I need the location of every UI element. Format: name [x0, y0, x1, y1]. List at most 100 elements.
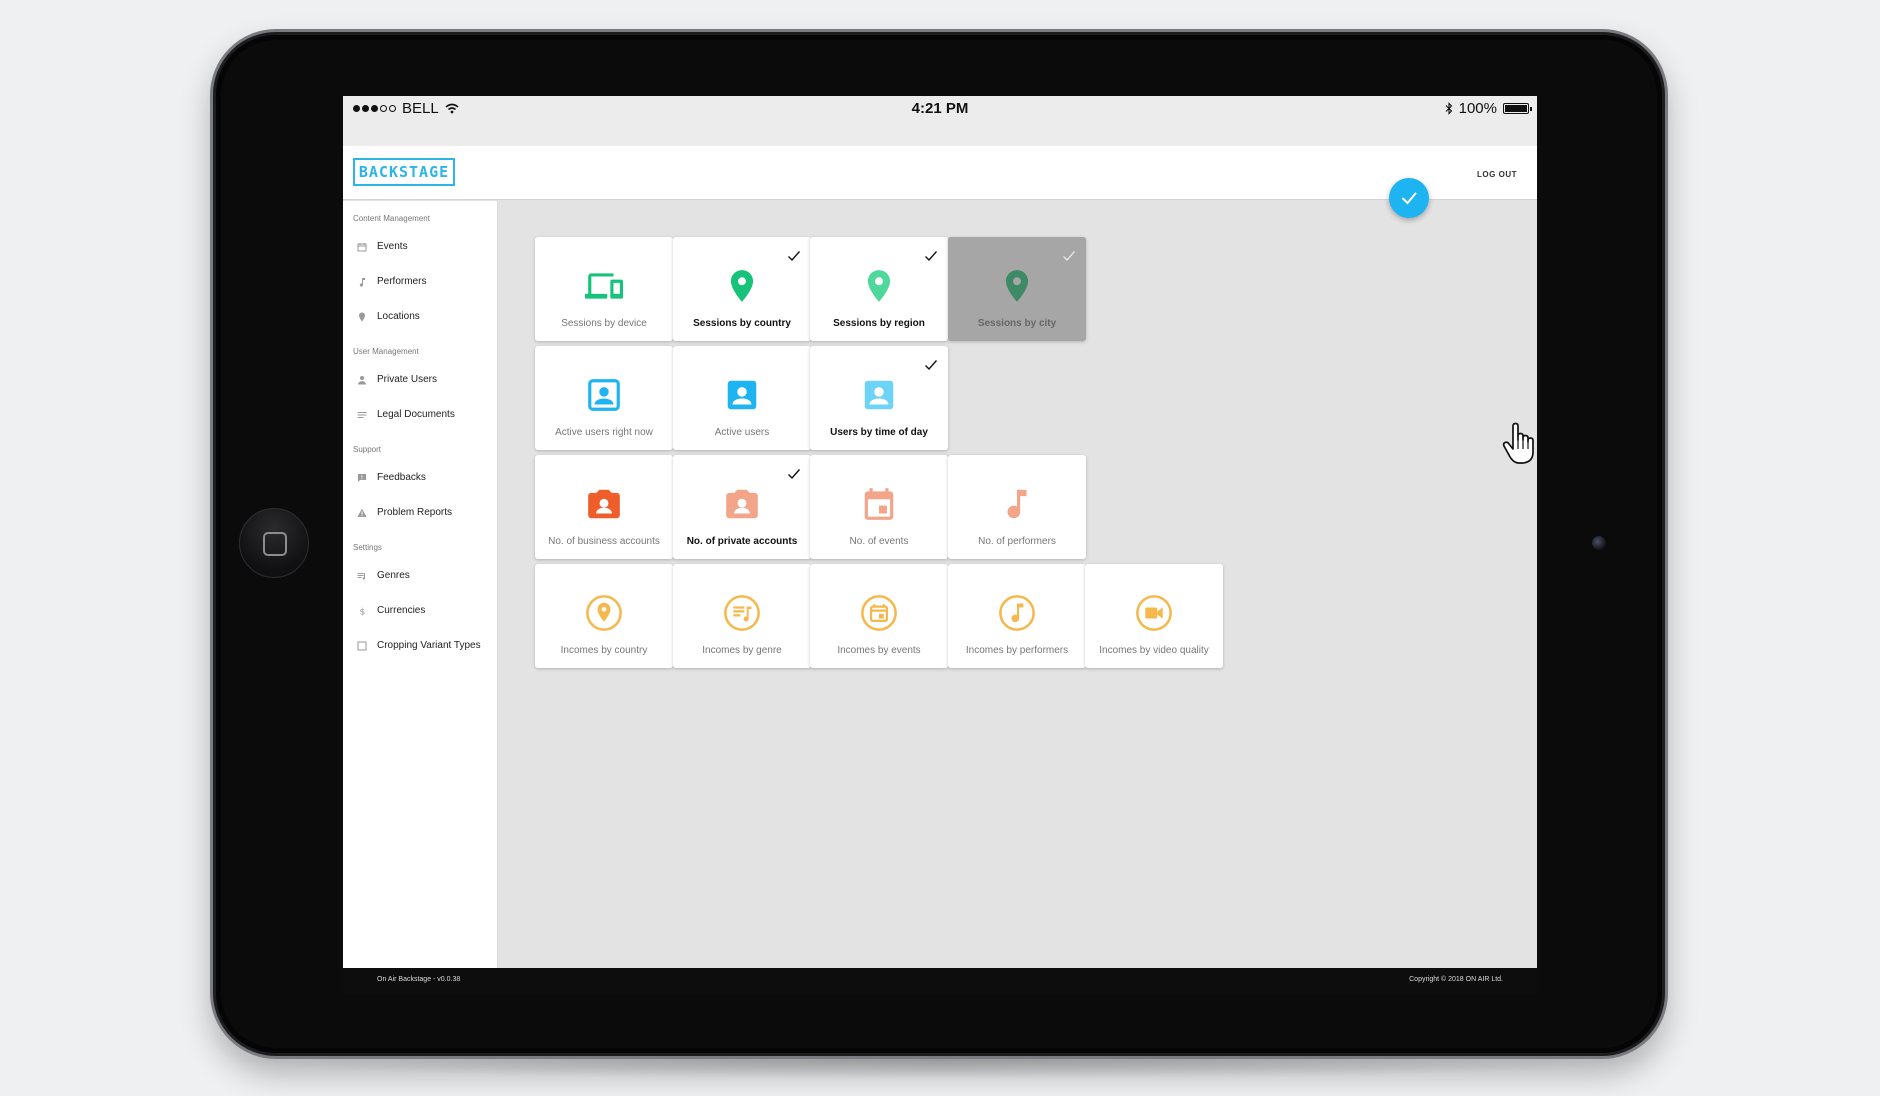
- home-square-icon: [263, 532, 287, 556]
- account-box-icon: [723, 376, 761, 414]
- widget-tile-incomes-by-video-quality[interactable]: Incomes by video quality: [1085, 564, 1223, 668]
- location-pin-icon: [357, 312, 367, 322]
- widget-tile-no-of-business-accounts[interactable]: No. of business accounts: [535, 455, 673, 559]
- sidebar-item-label: Genres: [377, 570, 410, 581]
- calendar-icon: [357, 242, 367, 252]
- widget-tile-label: Sessions by region: [833, 318, 925, 329]
- widget-tile-no-of-events[interactable]: No. of events: [810, 455, 948, 559]
- lines-icon: [357, 410, 367, 420]
- widget-tile-no-of-performers[interactable]: No. of performers: [948, 455, 1086, 559]
- svg-text:$: $: [360, 607, 366, 616]
- confirm-fab-button[interactable]: [1389, 178, 1429, 218]
- camera-icon: [1592, 536, 1606, 550]
- camera-person-icon: [723, 485, 761, 523]
- person-icon: [357, 375, 367, 385]
- check-icon: [787, 249, 801, 262]
- dashboard-widgets: Sessions by device Sessions by country Ses…: [499, 201, 1537, 968]
- sidebar-item-currencies[interactable]: $ Currencies: [343, 593, 497, 628]
- sidebar-item-legal-documents[interactable]: Legal Documents: [343, 397, 497, 432]
- check-icon: [1062, 249, 1076, 262]
- battery-icon: [1503, 103, 1532, 114]
- check-icon: [787, 467, 801, 480]
- sidebar-item-label: Feedbacks: [377, 472, 426, 483]
- playlist-icon: [357, 571, 367, 581]
- status-time: 4:21 PM: [911, 100, 969, 117]
- widget-tile-sessions-by-country[interactable]: Sessions by country: [673, 237, 811, 341]
- widget-tile-no-of-private-accounts[interactable]: No. of private accounts: [673, 455, 811, 559]
- warning-icon: [357, 508, 367, 518]
- logout-button[interactable]: LOG OUT: [1477, 170, 1517, 179]
- square-icon: [357, 641, 367, 651]
- sidebar-item-cropping-variant-types[interactable]: Cropping Variant Types: [343, 628, 497, 663]
- sidebar-item-problem-reports[interactable]: Problem Reports: [343, 495, 497, 530]
- home-button[interactable]: [239, 508, 309, 578]
- sidebar-item-locations[interactable]: Locations: [343, 299, 497, 334]
- sidebar-item-label: Cropping Variant Types: [377, 640, 481, 651]
- check-icon: [924, 358, 938, 371]
- check-icon: [1402, 192, 1417, 205]
- footer-version: On Air Backstage - v0.0.38: [377, 976, 461, 983]
- sidebar-item-label: Events: [377, 241, 408, 252]
- feedback-icon: [357, 473, 367, 483]
- sidebar-item-feedbacks[interactable]: Feedbacks: [343, 460, 497, 495]
- battery-percent: 100%: [1458, 100, 1497, 117]
- circle-note-icon: [998, 594, 1036, 632]
- widget-tile-label: Users by time of day: [830, 427, 928, 438]
- widget-tile-incomes-by-genre[interactable]: Incomes by genre: [673, 564, 811, 668]
- location-pin-icon: [998, 267, 1036, 305]
- dollar-icon: $: [357, 606, 367, 617]
- music-note-icon: [998, 485, 1036, 523]
- location-pin-icon: [723, 267, 761, 305]
- widget-tile-sessions-by-city[interactable]: Sessions by city: [948, 237, 1086, 341]
- devices-icon: [585, 267, 623, 305]
- camera-person-icon: [585, 485, 623, 523]
- widget-tile-sessions-by-region[interactable]: Sessions by region: [810, 237, 948, 341]
- widget-tile-label: No. of events: [849, 536, 909, 547]
- widget-tile-label: Incomes by country: [560, 645, 648, 656]
- widget-tile-label: Incomes by events: [837, 645, 921, 656]
- circle-playlist-icon: [723, 594, 761, 632]
- sidebar-item-label: Private Users: [377, 374, 438, 385]
- sidebar-item-performers[interactable]: Performers: [343, 264, 497, 299]
- sidebar-item-events[interactable]: Events: [343, 229, 497, 264]
- footer-copyright: Copyright © 2018 ON AIR Ltd.: [1409, 976, 1503, 983]
- check-icon: [924, 249, 938, 262]
- sidebar-section-title: Support: [353, 445, 382, 454]
- widget-tile-label: Incomes by genre: [702, 645, 782, 656]
- status-right: 100%: [1445, 100, 1532, 117]
- widget-tile-label: Sessions by city: [977, 318, 1057, 329]
- widget-tile-label: Incomes by video quality: [1099, 645, 1209, 656]
- widget-tile-active-users[interactable]: Active users: [673, 346, 811, 450]
- widget-tile-label: No. of private accounts: [686, 536, 798, 547]
- sidebar-item-genres[interactable]: Genres: [343, 558, 497, 593]
- widget-tile-active-users-right-now[interactable]: Active users right now: [535, 346, 673, 450]
- sidebar-item-private-users[interactable]: Private Users: [343, 362, 497, 397]
- footer: On Air Backstage - v0.0.38 Copyright © 2…: [343, 968, 1537, 994]
- widget-tile-label: Sessions by device: [561, 318, 647, 329]
- widget-tile-incomes-by-events[interactable]: Incomes by events: [810, 564, 948, 668]
- account-box-outline-icon: [585, 376, 623, 414]
- widget-tile-label: Sessions by country: [693, 318, 791, 329]
- sidebar-section-title: Content Management: [353, 214, 430, 223]
- bluetooth-icon: [1445, 102, 1452, 115]
- music-note-icon: [357, 277, 367, 287]
- calendar-icon: [860, 485, 898, 523]
- status-bar: BELL 4:21 PM 100%: [343, 96, 1537, 146]
- circle-pin-icon: [585, 594, 623, 632]
- circle-calendar-icon: [860, 594, 898, 632]
- widget-tile-label: Incomes by performers: [965, 645, 1069, 656]
- account-box-icon: [860, 376, 898, 414]
- widget-tile-label: Active users right now: [555, 427, 653, 438]
- location-pin-icon: [860, 267, 898, 305]
- sidebar-item-label: Locations: [377, 311, 420, 322]
- widget-tile-label: Active users: [714, 427, 770, 438]
- circle-video-icon: [1135, 594, 1173, 632]
- widget-tile-users-by-time-of-day[interactable]: Users by time of day: [810, 346, 948, 450]
- widget-tile-incomes-by-performers[interactable]: Incomes by performers: [948, 564, 1086, 668]
- widget-tile-label: No. of performers: [978, 536, 1056, 547]
- sidebar-item-label: Problem Reports: [377, 507, 453, 518]
- widget-tile-label: No. of business accounts: [548, 536, 660, 547]
- widget-tile-incomes-by-country[interactable]: Incomes by country: [535, 564, 673, 668]
- backstage-logo[interactable]: BACKSTAGE: [353, 158, 455, 186]
- widget-tile-sessions-by-device[interactable]: Sessions by device: [535, 237, 673, 341]
